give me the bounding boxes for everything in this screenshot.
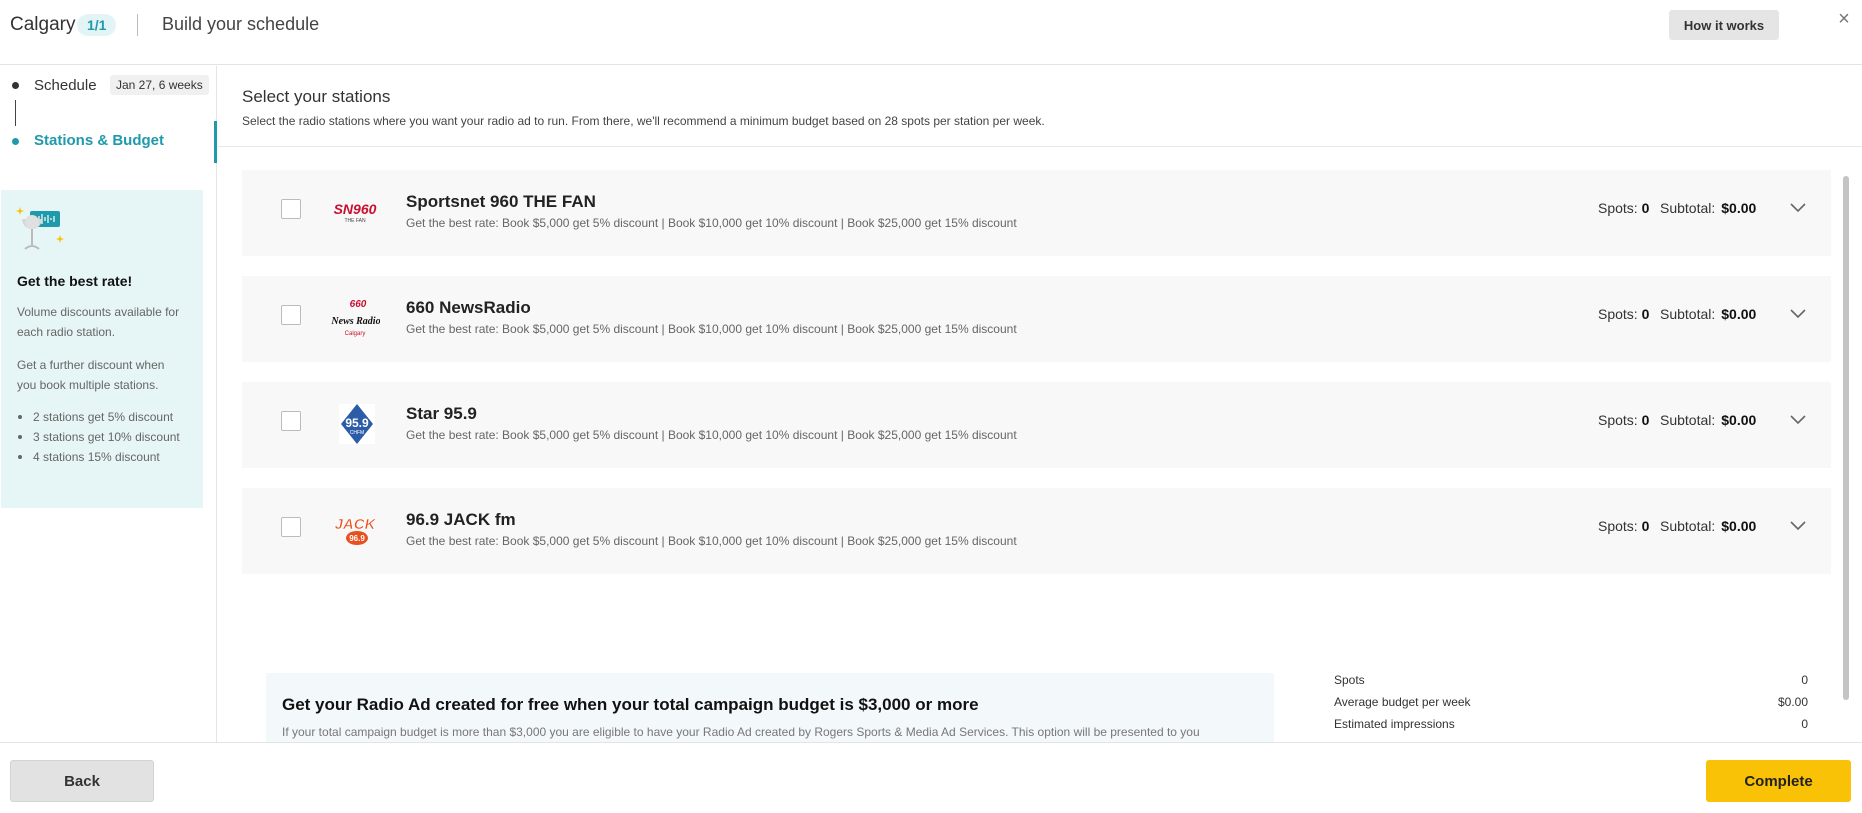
step-dot-stations [12, 138, 19, 145]
svg-text:Calgary: Calgary [345, 331, 366, 337]
jack-fm-logo-icon: JACK 96.9 [334, 516, 377, 545]
list-item: 4 stations 15% discount [17, 450, 197, 464]
active-step-indicator [214, 121, 217, 163]
svg-text:96.9: 96.9 [349, 534, 365, 543]
station-row-660-newsradio[interactable]: 660 News Radio Calgary 660 NewsRadio Get… [242, 276, 1831, 362]
station-spots: Spots: 0 [1598, 200, 1650, 216]
list-item: 2 stations get 5% discount [17, 410, 197, 424]
section-title: Select your stations [242, 87, 391, 106]
step-connector [15, 100, 16, 126]
station-discount-text: Get the best rate: Book $5,000 get 5% di… [406, 428, 1017, 442]
station-name: Star 95.9 [406, 404, 477, 423]
svg-text:News Radio: News Radio [330, 316, 380, 327]
best-rate-text-1: Volume discounts available for each radi… [17, 305, 180, 339]
close-icon[interactable]: × [1834, 8, 1854, 30]
svg-text:THE FAN: THE FAN [344, 218, 366, 224]
best-rate-title: Get the best rate! [17, 273, 133, 289]
market-count-badge: 1/1 [77, 14, 117, 36]
station-spots: Spots: 0 [1598, 518, 1650, 534]
station-row-sportsnet-960[interactable]: SN960 THE FAN Sportsnet 960 THE FAN Get … [242, 170, 1831, 256]
station-discount-text: Get the best rate: Book $5,000 get 5% di… [406, 322, 1017, 336]
station-subtotal: Subtotal: $0.00 [1660, 306, 1757, 322]
back-button[interactable]: Back [10, 760, 154, 802]
station-spots: Spots: 0 [1598, 306, 1650, 322]
station-subtotal: Subtotal: $0.00 [1660, 200, 1757, 216]
station-subtotal: Subtotal: $0.00 [1660, 518, 1757, 534]
summary-label: Average budget per week [1334, 695, 1471, 709]
station-discount-text: Get the best rate: Book $5,000 get 5% di… [406, 216, 1017, 230]
station-subtotal: Subtotal: $0.00 [1660, 412, 1757, 428]
660-newsradio-logo-icon: 660 News Radio Calgary [330, 299, 380, 337]
complete-button[interactable]: Complete [1706, 760, 1851, 802]
station-checkbox[interactable] [281, 411, 301, 431]
station-checkbox[interactable] [281, 199, 301, 219]
svg-text:JACK: JACK [335, 516, 377, 533]
section-subtitle: Select the radio stations where you want… [242, 114, 1045, 128]
station-row-96-9-jack-fm[interactable]: JACK 96.9 96.9 JACK fm Get the best rate… [242, 488, 1831, 574]
step-schedule[interactable]: Schedule [34, 77, 97, 94]
best-rate-text-2: Get a further discount when you book mul… [17, 358, 165, 392]
station-name: Sportsnet 960 THE FAN [406, 192, 596, 211]
page-title: Build your schedule [162, 14, 320, 34]
summary-row-spots: Spots 0 [1334, 673, 1808, 695]
svg-text:CHFM: CHFM [350, 430, 364, 436]
summary-value: 0 [1801, 717, 1808, 731]
summary-row-impressions: Estimated impressions 0 [1334, 717, 1808, 739]
svg-text:SN960: SN960 [334, 201, 377, 217]
station-checkbox[interactable] [281, 517, 301, 537]
station-discount-text: Get the best rate: Book $5,000 get 5% di… [406, 534, 1017, 548]
chevron-down-icon[interactable] [1788, 200, 1808, 214]
footer-bar: Back Complete [0, 742, 1862, 813]
chevron-down-icon[interactable] [1788, 412, 1808, 426]
summary-label: Estimated impressions [1334, 717, 1455, 731]
station-spots: Spots: 0 [1598, 412, 1650, 428]
station-row-star-95-9[interactable]: 95.9 CHFM Star 95.9 Get the best rate: B… [242, 382, 1831, 468]
summary-value: 0 [1801, 673, 1808, 687]
svg-text:95.9: 95.9 [345, 416, 369, 430]
station-name: 660 NewsRadio [406, 298, 531, 317]
chevron-down-icon[interactable] [1788, 306, 1808, 320]
market-city: Calgary [10, 14, 76, 35]
promo-text: If your total campaign budget is more th… [282, 725, 1200, 739]
how-it-works-button[interactable]: How it works [1669, 10, 1779, 40]
station-checkbox[interactable] [281, 305, 301, 325]
list-item: 3 stations get 10% discount [17, 430, 197, 444]
free-ad-promo-banner: Get your Radio Ad created for free when … [266, 673, 1274, 742]
top-header: Calgary 1/1 Build your schedule How it w… [0, 0, 1862, 65]
campaign-summary: Spots 0 Average budget per week $0.00 Es… [1334, 673, 1808, 739]
sportsnet-960-logo-icon: SN960 THE FAN [334, 201, 377, 224]
summary-row-average-budget: Average budget per week $0.00 [1334, 695, 1808, 717]
summary-label: Spots [1334, 673, 1365, 687]
multi-station-discount-list: 2 stations get 5% discount 3 stations ge… [17, 410, 197, 470]
step-dot-schedule [12, 82, 19, 89]
chevron-down-icon[interactable] [1788, 518, 1808, 532]
step-stations-budget[interactable]: Stations & Budget [34, 132, 164, 149]
schedule-summary-badge: Jan 27, 6 weeks [110, 75, 209, 95]
promo-title: Get your Radio Ad created for free when … [282, 695, 979, 714]
star-95-9-logo-icon: 95.9 CHFM [339, 404, 375, 444]
microphone-icon [16, 207, 64, 250]
svg-text:660: 660 [350, 299, 367, 310]
station-name: 96.9 JACK fm [406, 510, 516, 529]
scrollbar-thumb[interactable] [1843, 176, 1849, 700]
summary-value: $0.00 [1777, 695, 1808, 709]
header-divider [137, 14, 138, 36]
section-divider [218, 146, 1862, 147]
